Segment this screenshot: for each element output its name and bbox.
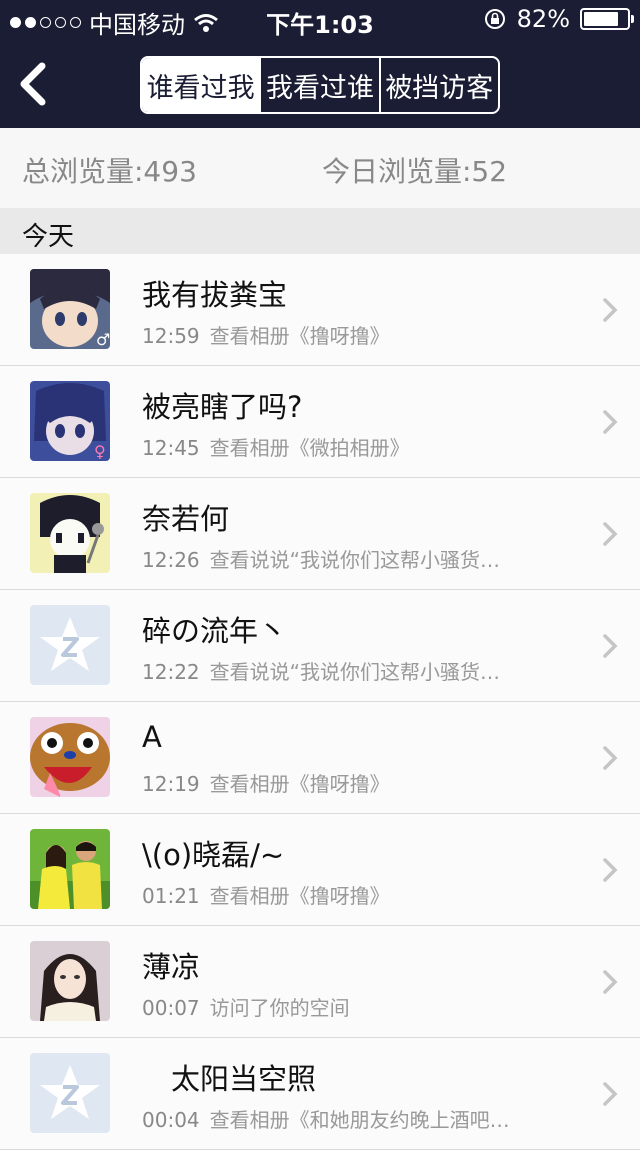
status-bar: 中国移动 下午1:03 82% (0, 0, 640, 40)
chopper-avatar (30, 717, 110, 797)
visitor-row[interactable]: 太阳当空照 00:04 查看相册《和她朋友约晚上酒吧… (0, 1038, 640, 1150)
visit-action: 查看相册《撸呀撸》 (209, 884, 390, 908)
tab-who-i-viewed[interactable]: 我看过谁 (259, 58, 378, 112)
visit-action: 查看相册《撸呀撸》 (209, 324, 390, 348)
chevron-right-icon (603, 746, 618, 770)
visitor-name: 碎の流年丶 (142, 614, 288, 648)
visit-time: 00:07 (142, 996, 200, 1020)
svg-text:♀: ♀ (94, 442, 106, 461)
visit-action: 查看相册《微拍相册》 (209, 436, 410, 460)
today-views: 今日浏览量:52 (322, 155, 508, 188)
visit-action: 查看相册《撸呀撸》 (209, 772, 390, 796)
battery-icon (580, 8, 634, 30)
default-qzone-avatar (30, 1053, 110, 1133)
chevron-right-icon (603, 298, 618, 322)
visit-action: 查看相册《和她朋友约晚上酒吧… (209, 1108, 510, 1132)
visit-action: 查看说说“我说你们这帮小骚货… (209, 548, 501, 572)
rotation-lock-icon (484, 9, 505, 29)
visitor-name: 太阳当空照 (142, 1062, 317, 1096)
visit-detail: 12:19 查看相册《撸呀撸》 (142, 768, 390, 797)
anime-boy-avatar: ♂ (30, 269, 110, 349)
chevron-right-icon (603, 634, 618, 658)
visitor-row[interactable]: 奈若何 12:26 查看说说“我说你们这帮小骚货… (0, 478, 640, 590)
visitor-row[interactable]: ♂ 我有拔粪宝 12:59 查看相册《撸呀撸》 (0, 254, 640, 366)
visit-action: 访问了你的空间 (209, 996, 350, 1020)
svg-text:♂: ♂ (96, 330, 110, 349)
visit-detail: 12:22 查看说说“我说你们这帮小骚货… (142, 656, 500, 685)
visitor-name: 我有拔粪宝 (142, 278, 288, 312)
visit-time: 12:45 (142, 436, 200, 460)
visit-detail: 12:45 查看相册《微拍相册》 (142, 432, 410, 461)
segmented-control: 谁看过我 我看过谁 被挡访客 (140, 56, 500, 114)
visit-time: 01:21 (142, 884, 200, 908)
visitor-row[interactable]: \(o)晓磊/~ 01:21 查看相册《撸呀撸》 (0, 814, 640, 926)
cartoon-singer-avatar (30, 493, 110, 573)
anime-girl-avatar: ♀ (30, 381, 110, 461)
total-views: 总浏览量:493 (22, 155, 197, 188)
visit-time: 12:22 (142, 660, 200, 684)
visit-detail: 12:59 查看相册《撸呀撸》 (142, 320, 390, 349)
visitor-row[interactable]: 碎の流年丶 12:22 查看说说“我说你们这帮小骚货… (0, 590, 640, 702)
visit-detail: 00:04 查看相册《和她朋友约晚上酒吧… (142, 1104, 510, 1133)
default-qzone-avatar (30, 605, 110, 685)
visitor-row[interactable]: 薄凉 00:07 访问了你的空间 (0, 926, 640, 1038)
visitor-name: 被亮瞎了吗? (142, 390, 303, 424)
visit-time: 12:26 (142, 548, 200, 572)
visit-time: 12:19 (142, 772, 200, 796)
chevron-right-icon (603, 858, 618, 882)
visitor-name: 薄凉 (142, 950, 201, 984)
view-stats: 总浏览量:493 今日浏览量:52 (0, 128, 640, 208)
chevron-right-icon (603, 410, 618, 434)
visitor-row[interactable]: A 12:19 查看相册《撸呀撸》 (0, 702, 640, 814)
visit-time: 12:59 (142, 324, 200, 348)
visitor-name: 奈若何 (142, 502, 230, 536)
visitor-name: A (142, 720, 162, 754)
couple-photo-avatar (30, 829, 110, 909)
battery-percent: 82% (516, 5, 570, 33)
chevron-right-icon (603, 1082, 618, 1106)
tab-blocked-visitors[interactable]: 被挡访客 (378, 58, 498, 112)
visit-action: 查看说说“我说你们这帮小骚货… (209, 660, 501, 684)
chevron-right-icon (603, 522, 618, 546)
nav-bar: 谁看过我 我看过谁 被挡访客 (0, 40, 640, 128)
section-label: 今天 (22, 222, 75, 252)
chevron-right-icon (603, 970, 618, 994)
visit-detail: 12:26 查看说说“我说你们这帮小骚货… (142, 544, 500, 573)
section-header-today: 今天 (0, 208, 640, 254)
visitor-row[interactable]: ♀ 被亮瞎了吗? 12:45 查看相册《微拍相册》 (0, 366, 640, 478)
visit-detail: 00:07 访问了你的空间 (142, 992, 350, 1021)
visitor-list: ♂ 我有拔粪宝 12:59 查看相册《撸呀撸》 ♀ 被亮瞎了吗? 12:45 查看相… (0, 254, 640, 1150)
visit-detail: 01:21 查看相册《撸呀撸》 (142, 880, 390, 909)
visit-time: 00:04 (142, 1108, 200, 1132)
visitor-name: \(o)晓磊/~ (142, 838, 285, 872)
tab-who-viewed-me[interactable]: 谁看过我 (142, 58, 260, 112)
back-arrow-icon[interactable] (14, 60, 54, 108)
woman-photo-avatar (30, 941, 110, 1021)
